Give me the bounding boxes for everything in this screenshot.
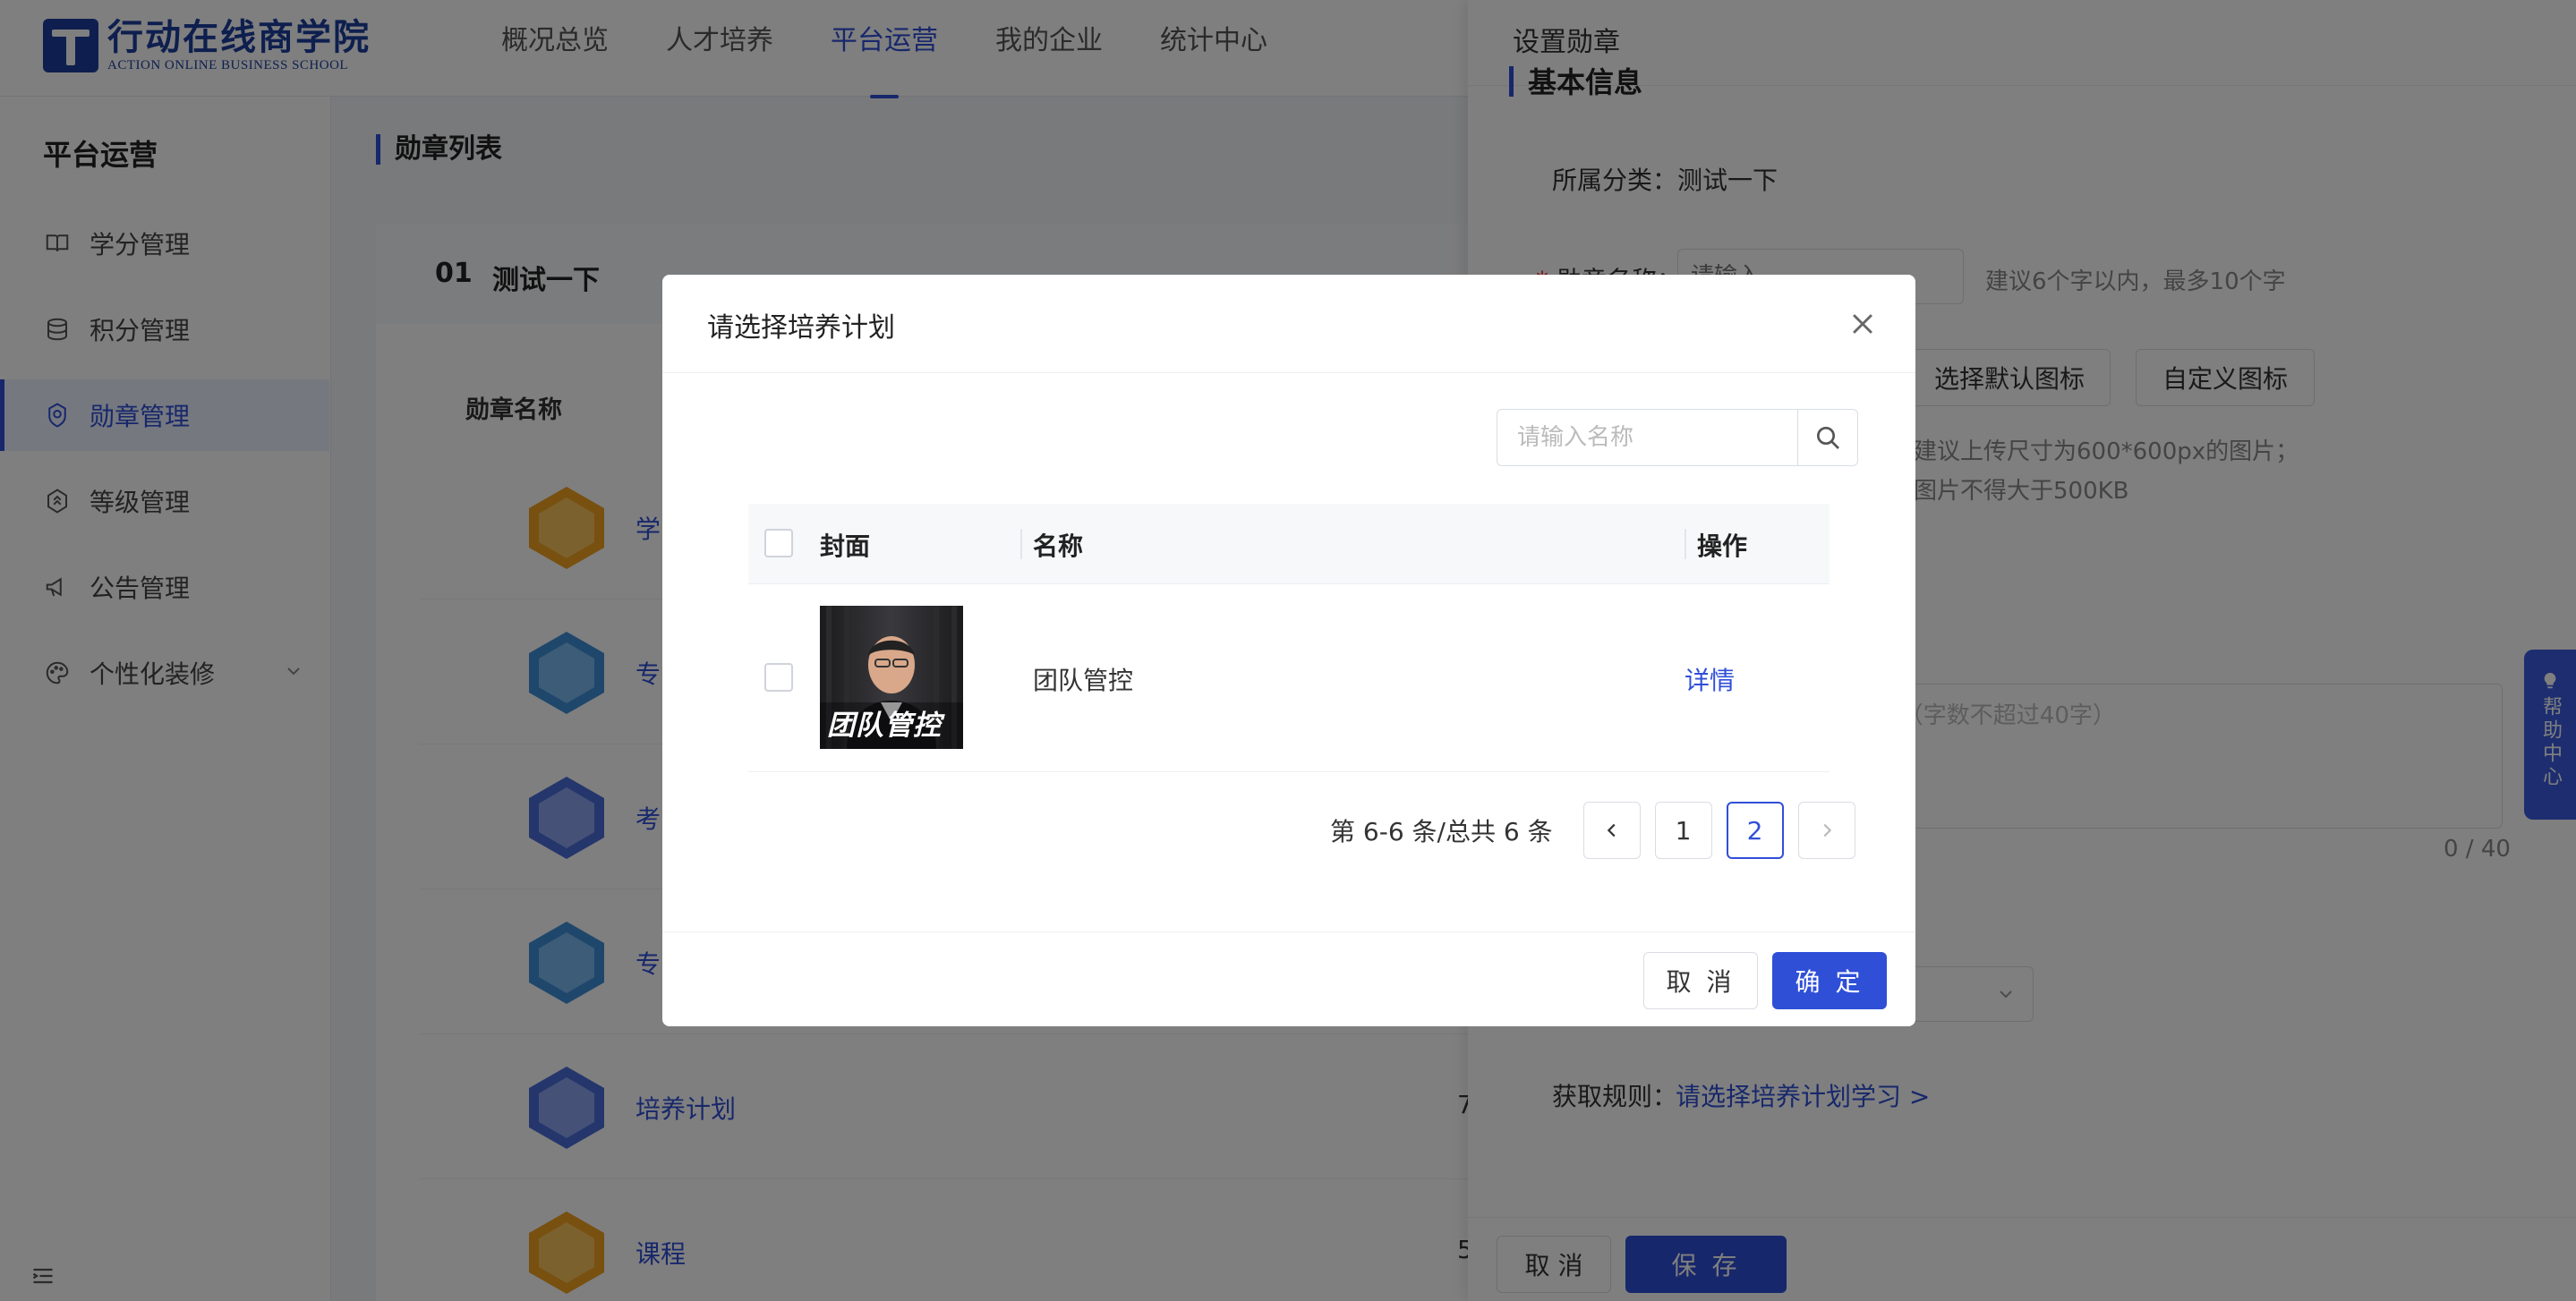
modal-header: 请选择培养计划 [662,275,1915,373]
pagination: 第 6-6 条/总共 6 条 1 2 [1330,802,1855,859]
plan-name: 团队管控 [1033,666,1134,695]
column-header-cover: 封面 [820,531,871,561]
cover-title: 团队管控 [827,710,942,742]
search-box [1497,409,1858,466]
close-icon[interactable] [1847,309,1878,339]
table-header: 封面 名称 操作 [748,504,1830,584]
select-plan-modal: 请选择培养计划 封面 名称 操作 [662,275,1915,1026]
select-all-checkbox[interactable] [764,529,793,557]
search-input[interactable] [1497,409,1797,466]
row-checkbox[interactable] [764,663,793,692]
page-button-1[interactable]: 1 [1654,802,1712,859]
detail-link[interactable]: 详情 [1685,661,1735,697]
column-separator [1685,529,1686,559]
pagination-info: 第 6-6 条/总共 6 条 [1330,817,1553,846]
chevron-left-icon [1607,823,1616,838]
next-page-button[interactable] [1797,802,1855,859]
modal-footer: 取 消 确 定 [662,931,1915,1026]
plan-table: 封面 名称 操作 团队管控 团队管控 详情 [748,504,1830,772]
search-icon [1817,427,1839,449]
column-header-name: 名称 [1033,531,1084,561]
table-row: 团队管控 团队管控 详情 [748,584,1830,772]
page-button-2[interactable]: 2 [1726,802,1784,859]
column-header-action: 操作 [1697,531,1748,561]
column-separator [1020,529,1022,559]
chevron-right-icon [1823,823,1831,838]
plan-cover-image: 团队管控 [820,606,963,749]
search-button[interactable] [1797,409,1858,466]
modal-title: 请选择培养计划 [707,312,895,344]
prev-page-button[interactable] [1582,802,1641,859]
modal-cancel-button[interactable]: 取 消 [1643,952,1758,1009]
modal-confirm-button[interactable]: 确 定 [1772,952,1887,1009]
